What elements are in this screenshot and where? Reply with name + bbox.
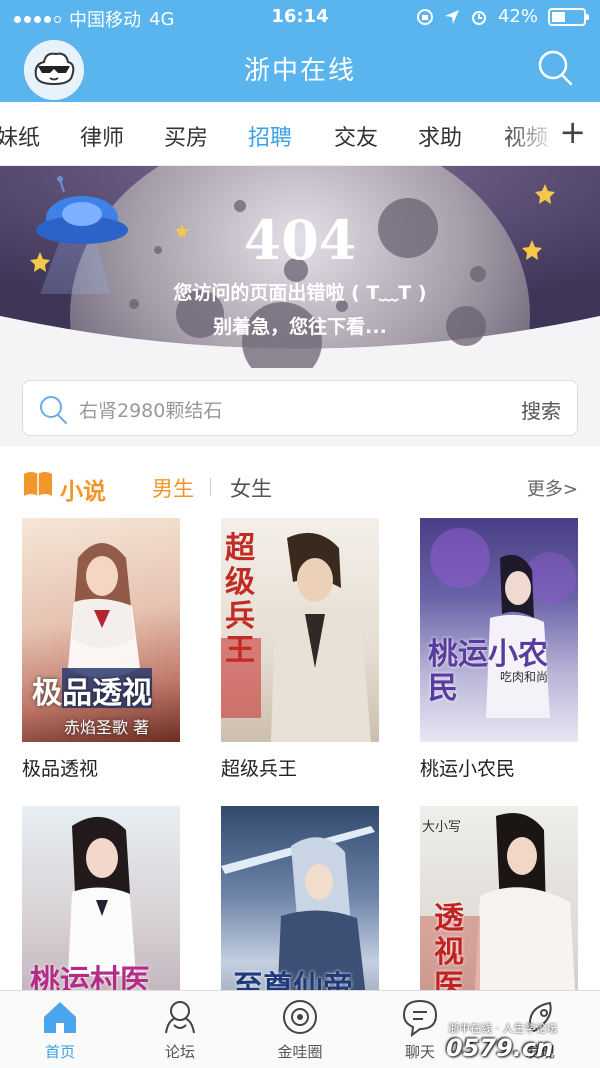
category-tab[interactable]: 律师 (80, 120, 124, 152)
watermark-domain: 0579.cn (446, 1034, 554, 1062)
status-bar: 中国移动 4G 16:14 42% (0, 0, 600, 34)
search-icon (538, 50, 573, 86)
tab-circle[interactable]: 金哇圈 (250, 997, 350, 1062)
category-tab[interactable]: 求助 (418, 120, 462, 152)
search-bar[interactable]: 右肾2980颗结石 搜索 (22, 380, 578, 436)
location-icon (444, 9, 459, 24)
cover-author: 吃肉和尚 (500, 670, 549, 684)
category-tab-active[interactable]: 招聘 (248, 120, 292, 152)
tab-fade (500, 102, 560, 165)
cover-author: 赤焰圣歌 著 (64, 718, 150, 737)
tab-home[interactable]: 首页 (10, 997, 110, 1062)
error-hint: 别着急，您往下看... (213, 316, 387, 338)
home-icon (44, 1002, 76, 1033)
tab-female[interactable]: 女生 (230, 473, 272, 503)
search-submit-button[interactable]: 搜索 (521, 395, 561, 424)
tab-label: 首页 (44, 1043, 75, 1061)
category-tabs: 妹纸 律师 买房 招聘 交友 求助 视频 + (0, 102, 600, 166)
section-title: 小说 (60, 479, 106, 505)
book-card[interactable]: 极品透视 赤焰圣歌 著 极品透视 (22, 518, 180, 781)
book-icon (24, 472, 52, 496)
forum-icon (165, 1001, 195, 1034)
search-input[interactable]: 右肾2980颗结石 (79, 396, 222, 423)
section-header: 小说 男生 女生 更多> (0, 446, 600, 516)
search-icon (40, 396, 67, 424)
tab-male[interactable]: 男生 (152, 473, 194, 503)
cover-title: 透视医 (434, 901, 464, 1004)
battery-icon (548, 7, 589, 26)
tab-divider (210, 478, 211, 496)
book-title[interactable]: 超级兵王 (221, 754, 379, 781)
circle-icon (283, 1000, 317, 1034)
status-right: 42% (416, 6, 589, 27)
page-title: 浙中在线 (243, 56, 356, 86)
more-link[interactable]: 更多> (527, 475, 578, 501)
cover-title: 超级兵王 (225, 531, 255, 668)
add-category-icon[interactable]: + (559, 116, 586, 148)
header-search-button[interactable] (536, 48, 576, 88)
category-tab[interactable]: 妹纸 (0, 120, 40, 152)
book-title[interactable]: 桃运小农民 (420, 754, 578, 781)
error-banner: 404 您访问的页面出错啦 ( T﹏T ) 别着急，您往下看... (0, 166, 600, 368)
book-cover[interactable]: 桃运小农民 吃肉和尚 (420, 518, 578, 742)
book-cover[interactable]: 极品透视 赤焰圣歌 著 (22, 518, 180, 742)
category-tab[interactable]: 买房 (164, 120, 208, 152)
tab-label: 论坛 (164, 1043, 195, 1061)
rotation-lock-icon (416, 8, 433, 25)
error-code: 404 (243, 208, 357, 272)
error-message: 您访问的页面出错啦 ( T﹏T ) (173, 282, 427, 304)
book-card[interactable]: 超级兵王 超级兵王 (221, 518, 379, 781)
battery-percent: 42% (497, 6, 538, 27)
book-title[interactable]: 极品透视 (22, 754, 180, 781)
tab-forum[interactable]: 论坛 (130, 997, 230, 1062)
novel-section: 小说 男生 女生 更多> 极品透视 赤焰圣歌 著 极品透视 超级兵王 超级兵王 … (0, 446, 600, 1030)
cover-author: 大小写 (422, 820, 462, 835)
chat-icon (402, 999, 438, 1037)
book-cover[interactable]: 超级兵王 (221, 518, 379, 742)
tab-label: 金哇圈 (277, 1043, 323, 1061)
category-tab[interactable]: 交友 (334, 120, 378, 152)
app-header: 中国移动 4G 16:14 42% 浙中在线 (0, 0, 600, 102)
book-card[interactable]: 桃运小农民 吃肉和尚 桃运小农民 (420, 518, 578, 781)
cover-title: 极品透视 (32, 676, 152, 711)
alarm-icon (471, 10, 486, 25)
